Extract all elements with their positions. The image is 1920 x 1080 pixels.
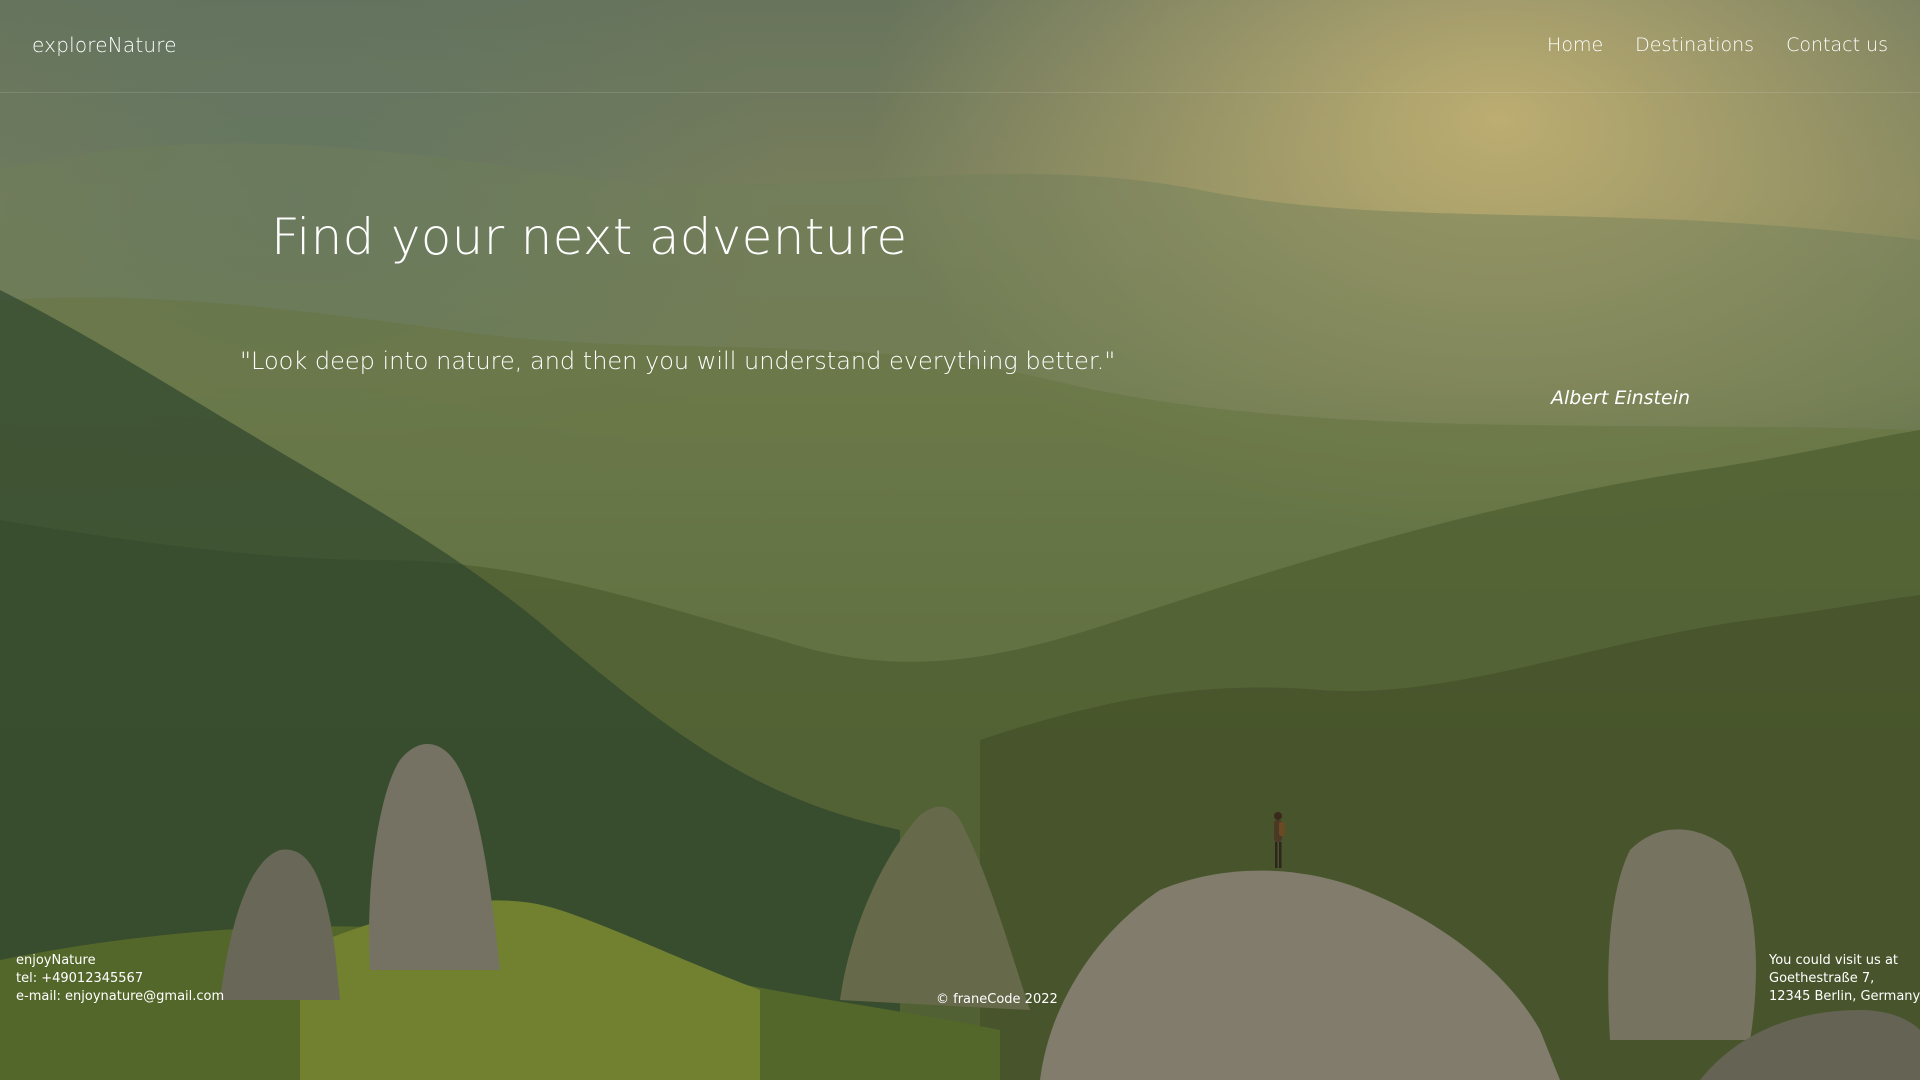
navbar: exploreNature Home Destinations Contact … (0, 0, 1920, 93)
hero-quote: "Look deep into nature, and then you wil… (240, 347, 1116, 375)
main-nav: Home Destinations Contact us (1547, 34, 1888, 56)
footer-copyright: © franeCode 2022 (936, 992, 1058, 1007)
nav-link-contact-us[interactable]: Contact us (1786, 34, 1888, 56)
footer-phone: tel: +49012345567 (16, 971, 144, 986)
background-landscape (0, 0, 1920, 1080)
footer-email: e-mail: enjoynature@gmail.com (16, 989, 225, 1004)
footer-address-line-2: Goethestraße 7, (1769, 971, 1875, 986)
footer-address-line-3: 12345 Berlin, Germany (1769, 989, 1920, 1004)
quote-author: Albert Einstein (1551, 387, 1691, 409)
hiker-figure (1268, 810, 1288, 872)
nav-link-destinations[interactable]: Destinations (1635, 34, 1754, 56)
footer-address-line-1: You could visit us at (1769, 953, 1899, 968)
hero-title: Find your next adventure (271, 208, 908, 266)
brand-logo[interactable]: exploreNature (32, 33, 177, 57)
page: exploreNature Home Destinations Contact … (0, 0, 1920, 1080)
footer-company-name: enjoyNature (16, 953, 96, 968)
footer-address: You could visit us at Goethestraße 7, 12… (1769, 952, 1920, 1006)
footer-contact: enjoyNature tel: +49012345567 e-mail: en… (16, 952, 224, 1006)
nav-link-home[interactable]: Home (1547, 34, 1603, 56)
